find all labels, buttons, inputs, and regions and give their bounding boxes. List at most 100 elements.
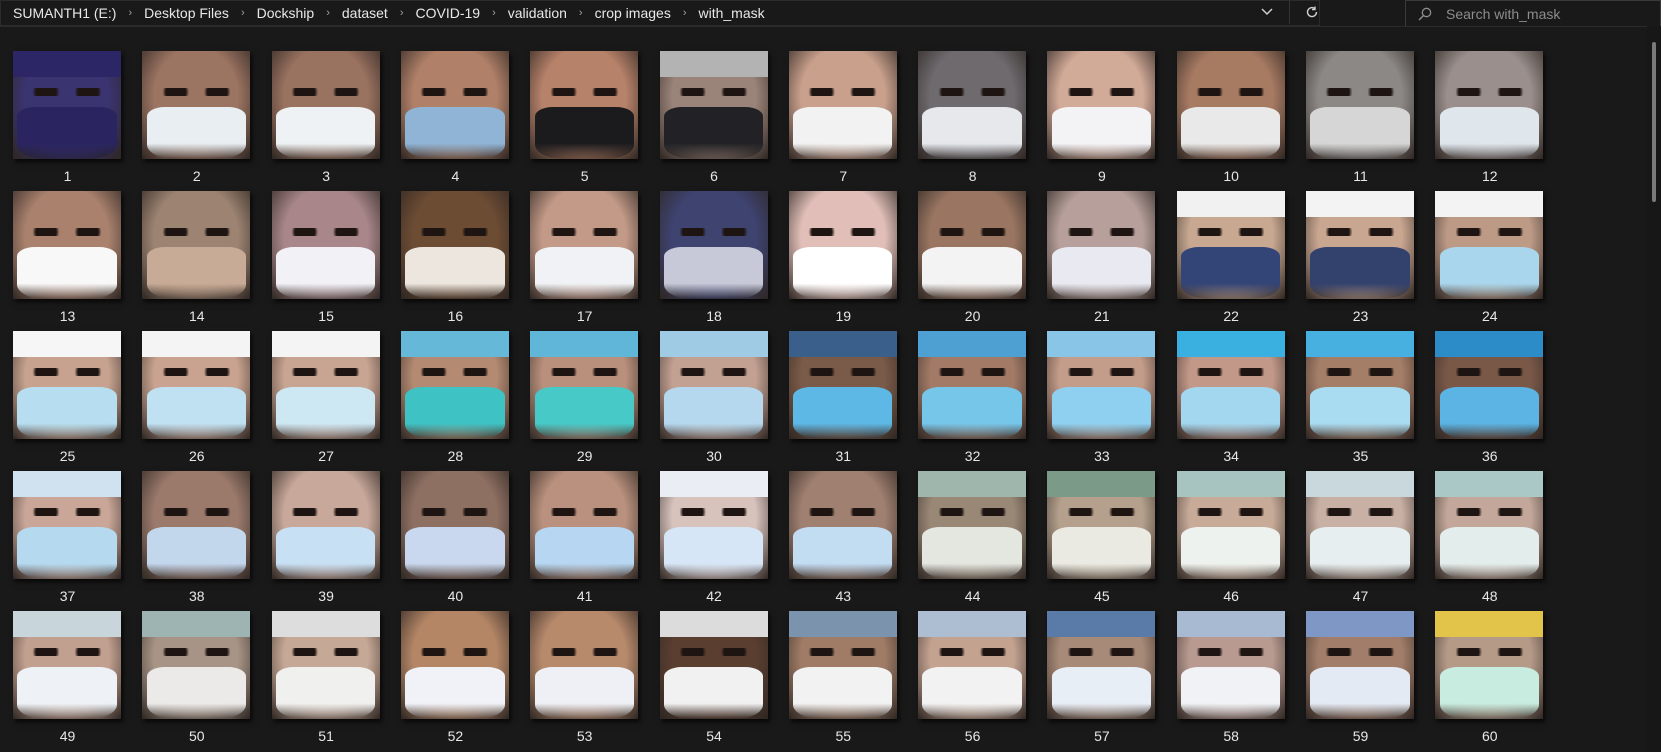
file-item[interactable]: 13 <box>0 163 136 324</box>
image-thumbnail[interactable] <box>271 191 380 299</box>
file-item[interactable]: 38 <box>128 443 265 604</box>
image-thumbnail[interactable] <box>788 191 897 299</box>
image-thumbnail[interactable] <box>1435 471 1544 579</box>
file-item[interactable]: 48 <box>1421 443 1558 604</box>
chevron-right-icon[interactable]: › <box>394 7 410 19</box>
image-thumbnail[interactable] <box>400 471 509 579</box>
breadcrumb-item[interactable]: Desktop Files <box>138 5 235 21</box>
file-item[interactable]: 24 <box>1421 163 1558 324</box>
chevron-right-icon[interactable]: › <box>573 7 589 19</box>
vertical-scrollbar[interactable] <box>1647 26 1661 752</box>
file-item[interactable]: 6 <box>646 26 783 184</box>
image-thumbnail[interactable] <box>918 331 1027 439</box>
breadcrumb-item[interactable]: crop images <box>589 5 677 21</box>
image-thumbnail[interactable] <box>659 191 768 299</box>
file-item[interactable]: 42 <box>646 443 783 604</box>
image-thumbnail[interactable] <box>530 191 639 299</box>
file-item[interactable]: 45 <box>1033 443 1170 604</box>
image-thumbnail[interactable] <box>1176 191 1285 299</box>
image-thumbnail[interactable] <box>530 471 639 579</box>
chevron-right-icon[interactable]: › <box>122 7 138 19</box>
file-item[interactable]: 31 <box>775 303 912 464</box>
file-item[interactable]: 27 <box>258 303 395 464</box>
image-thumbnail[interactable] <box>1306 331 1414 439</box>
image-thumbnail[interactable] <box>788 611 897 719</box>
file-item[interactable]: 44 <box>904 443 1041 604</box>
image-thumbnail[interactable] <box>13 471 121 579</box>
image-thumbnail[interactable] <box>400 51 509 159</box>
image-thumbnail[interactable] <box>1047 51 1156 159</box>
chevron-right-icon[interactable]: › <box>235 7 251 19</box>
breadcrumb-item[interactable]: Dockship <box>251 5 321 21</box>
file-item[interactable]: 21 <box>1033 163 1170 324</box>
file-item[interactable]: 25 <box>0 303 136 464</box>
search-input[interactable] <box>1444 4 1638 23</box>
file-item[interactable]: 53 <box>516 583 653 744</box>
search-box[interactable] <box>1405 0 1661 26</box>
image-thumbnail[interactable] <box>918 191 1027 299</box>
file-item[interactable]: 58 <box>1163 583 1300 744</box>
file-item[interactable]: 30 <box>646 303 783 464</box>
file-item[interactable]: 60 <box>1421 583 1558 744</box>
image-thumbnail[interactable] <box>918 611 1027 719</box>
image-thumbnail[interactable] <box>788 471 897 579</box>
image-thumbnail[interactable] <box>1047 331 1156 439</box>
image-thumbnail[interactable] <box>1306 471 1414 579</box>
image-thumbnail[interactable] <box>788 51 897 159</box>
file-item[interactable]: 5 <box>516 26 653 184</box>
file-item[interactable]: 28 <box>387 303 524 464</box>
breadcrumb[interactable]: SUMANTH1 (E:) › Desktop Files › Dockship › dat… <box>0 0 1320 26</box>
image-thumbnail[interactable] <box>400 611 509 719</box>
file-item[interactable]: 47 <box>1292 443 1429 604</box>
address-dropdown-button[interactable] <box>1245 0 1289 24</box>
image-thumbnail[interactable] <box>13 51 121 159</box>
image-thumbnail[interactable] <box>142 471 251 579</box>
image-thumbnail[interactable] <box>1176 331 1285 439</box>
file-item[interactable]: 23 <box>1292 163 1429 324</box>
image-thumbnail[interactable] <box>530 331 639 439</box>
image-thumbnail[interactable] <box>271 471 380 579</box>
file-item[interactable]: 50 <box>128 583 265 744</box>
breadcrumb-item[interactable]: COVID-19 <box>409 5 486 21</box>
file-item[interactable]: 20 <box>904 163 1041 324</box>
image-thumbnail[interactable] <box>659 611 768 719</box>
image-thumbnail[interactable] <box>400 191 509 299</box>
file-item[interactable]: 4 <box>387 26 524 184</box>
image-thumbnail[interactable] <box>918 51 1027 159</box>
file-item[interactable]: 33 <box>1033 303 1170 464</box>
file-item[interactable]: 32 <box>904 303 1041 464</box>
file-item[interactable]: 9 <box>1033 26 1170 184</box>
breadcrumb-item[interactable]: SUMANTH1 (E:) <box>7 5 122 21</box>
breadcrumb-item[interactable]: dataset <box>336 5 394 21</box>
image-thumbnail[interactable] <box>1435 191 1544 299</box>
image-thumbnail[interactable] <box>1435 331 1544 439</box>
breadcrumb-item[interactable]: validation <box>502 5 573 21</box>
image-thumbnail[interactable] <box>659 51 768 159</box>
file-item[interactable]: 59 <box>1292 583 1429 744</box>
image-thumbnail[interactable] <box>659 471 768 579</box>
file-item[interactable]: 34 <box>1163 303 1300 464</box>
file-item[interactable]: 18 <box>646 163 783 324</box>
file-item[interactable]: 46 <box>1163 443 1300 604</box>
file-item[interactable]: 39 <box>258 443 395 604</box>
file-item[interactable]: 49 <box>0 583 136 744</box>
image-thumbnail[interactable] <box>1047 191 1156 299</box>
file-item[interactable]: 36 <box>1421 303 1558 464</box>
file-item[interactable]: 1 <box>0 26 136 184</box>
file-item[interactable]: 2 <box>128 26 265 184</box>
image-thumbnail[interactable] <box>13 191 121 299</box>
image-thumbnail[interactable] <box>271 611 380 719</box>
file-item[interactable]: 57 <box>1033 583 1170 744</box>
image-thumbnail[interactable] <box>1435 611 1544 719</box>
file-item[interactable]: 14 <box>128 163 265 324</box>
image-thumbnail[interactable] <box>142 331 251 439</box>
file-item[interactable]: 26 <box>128 303 265 464</box>
image-thumbnail[interactable] <box>1306 191 1414 299</box>
image-thumbnail[interactable] <box>271 51 380 159</box>
file-item[interactable]: 41 <box>516 443 653 604</box>
file-item[interactable]: 52 <box>387 583 524 744</box>
file-item[interactable]: 8 <box>904 26 1041 184</box>
image-thumbnail[interactable] <box>142 611 251 719</box>
file-item[interactable]: 35 <box>1292 303 1429 464</box>
image-thumbnail[interactable] <box>13 611 121 719</box>
